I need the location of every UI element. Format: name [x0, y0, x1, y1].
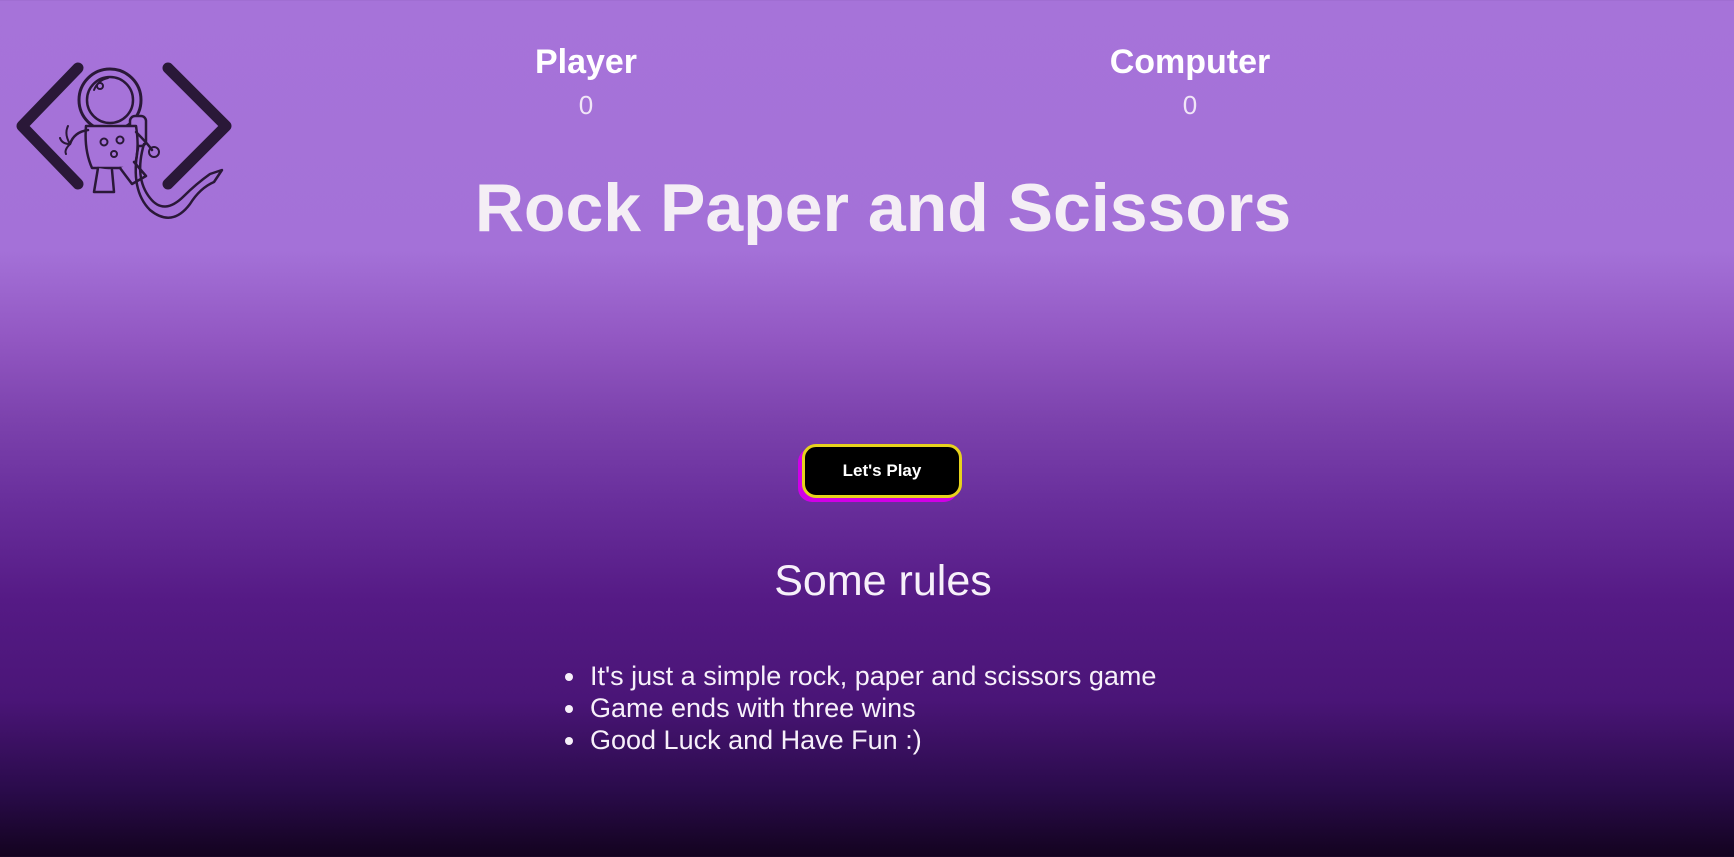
rules-heading: Some rules [774, 557, 992, 605]
player-score-panel: Player 0 [466, 40, 706, 120]
rule-item: Game ends with three wins [588, 692, 1156, 724]
rule-item: It's just a simple rock, paper and sciss… [588, 660, 1156, 692]
rules-list: It's just a simple rock, paper and sciss… [560, 660, 1156, 756]
computer-score-panel: Computer 0 [1070, 40, 1310, 120]
rule-item: Good Luck and Have Fun :) [588, 724, 1156, 756]
lets-play-button[interactable]: Let's Play [802, 444, 962, 498]
player-label: Player [534, 43, 638, 81]
computer-label: Computer [1109, 43, 1271, 81]
player-score: 0 [578, 90, 594, 120]
computer-score: 0 [1182, 90, 1198, 120]
page-title: Rock Paper and Scissors [474, 170, 1292, 246]
